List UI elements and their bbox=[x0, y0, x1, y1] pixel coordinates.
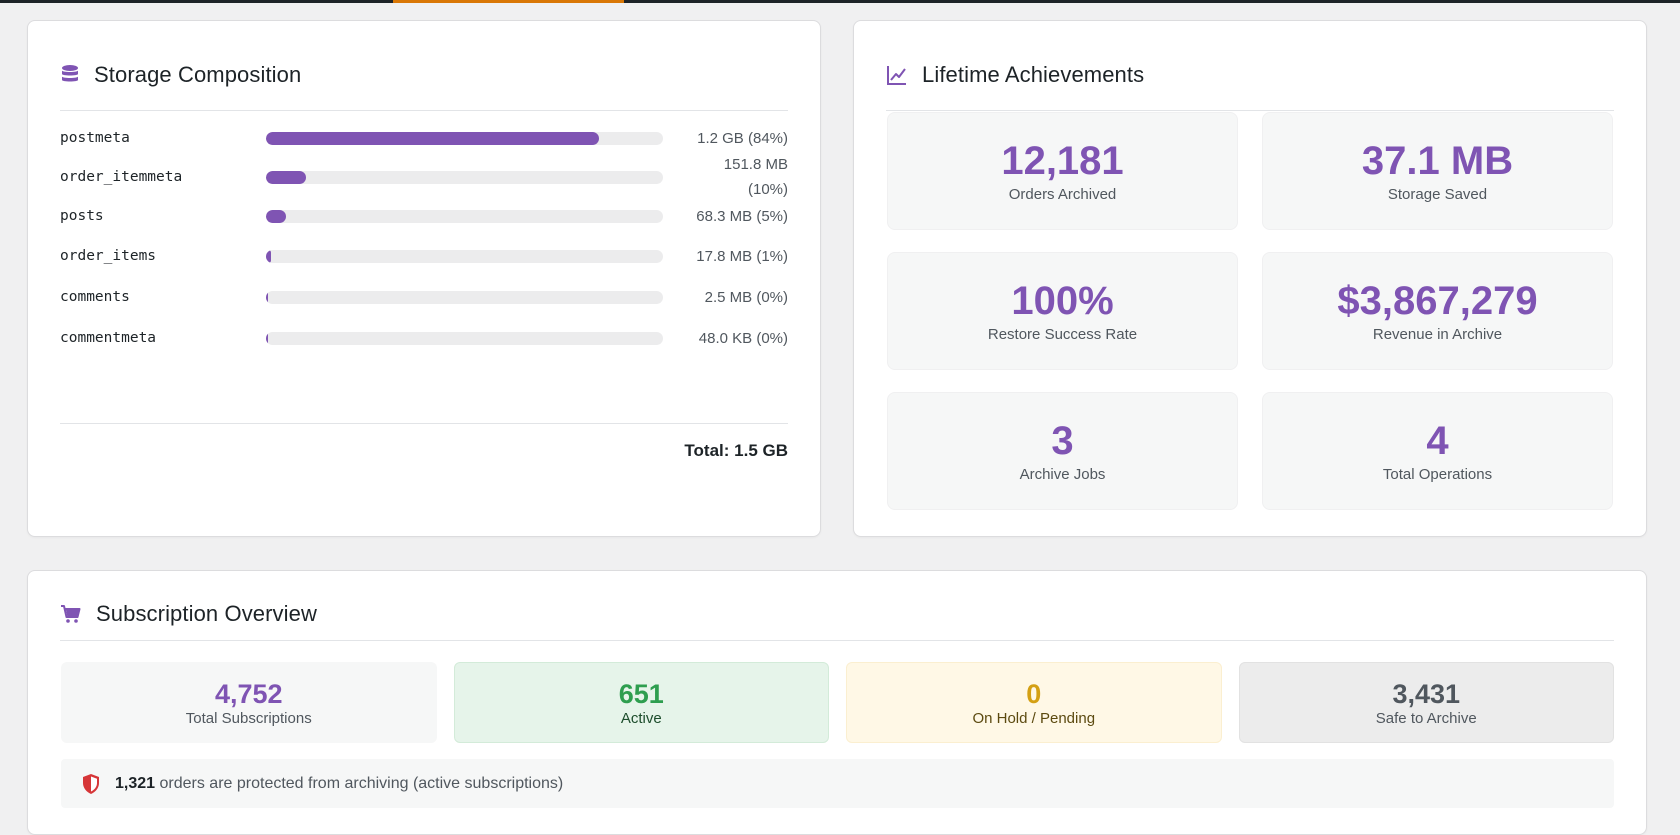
storage-composition-card: Storage Composition postmeta 1.2 GB (84%… bbox=[27, 20, 821, 537]
usage-bar-fill bbox=[266, 131, 600, 145]
storage-row-posts: posts 68.3 MB (5%) bbox=[60, 204, 788, 228]
stat-value: 100% bbox=[1011, 279, 1114, 323]
table-size: 68.3 MB (5%) bbox=[696, 207, 788, 225]
storage-row-comments: comments 2.5 MB (0%) bbox=[60, 285, 788, 309]
stat-storage-saved: 37.1 MB Storage Saved bbox=[1262, 112, 1613, 230]
table-size: 1.2 GB (84%) bbox=[697, 129, 788, 147]
achievements-card-title: Lifetime Achievements bbox=[922, 61, 1145, 87]
protected-notice-text: 1,321 orders are protected from archivin… bbox=[115, 775, 563, 793]
table-size: 17.8 MB (1%) bbox=[696, 247, 788, 265]
subscriptions-card-header: Subscription Overview bbox=[60, 571, 1614, 641]
stat-on-hold-pending: 0 On Hold / Pending bbox=[846, 662, 1222, 743]
storage-card-header: Storage Composition bbox=[60, 45, 788, 111]
stat-value: 4 bbox=[1426, 419, 1449, 463]
stat-value: 651 bbox=[618, 678, 664, 709]
chart-line-icon bbox=[886, 64, 908, 86]
usage-bar-fill bbox=[266, 331, 268, 345]
storage-row-order-items: order_items 17.8 MB (1%) bbox=[60, 244, 788, 268]
storage-row-order-itemmeta: order_itemmeta 151.8 MB (10%) bbox=[60, 152, 788, 202]
stat-label: Safe to Archive bbox=[1375, 709, 1477, 727]
usage-bar bbox=[266, 249, 663, 263]
stat-value: 12,181 bbox=[1001, 139, 1124, 183]
stat-value: 0 bbox=[1026, 678, 1042, 709]
storage-rows: postmeta 1.2 GB (84%) order_itemmeta 151… bbox=[60, 126, 788, 350]
table-name: postmeta bbox=[60, 130, 130, 146]
stat-restore-success-rate: 100% Restore Success Rate bbox=[887, 252, 1238, 370]
active-tab-indicator bbox=[393, 0, 624, 3]
stat-safe-to-archive: 3,431 Safe to Archive bbox=[1238, 662, 1614, 743]
usage-bar bbox=[266, 209, 663, 223]
table-name: posts bbox=[60, 208, 104, 224]
usage-bar bbox=[266, 131, 663, 145]
table-size-percent: (10%) bbox=[747, 181, 788, 198]
protected-count: 1,321 bbox=[115, 774, 156, 792]
stat-value: 4,752 bbox=[214, 678, 283, 709]
achievements-grid: 12,181 Orders Archived 37.1 MB Storage S… bbox=[887, 112, 1614, 510]
database-icon bbox=[60, 64, 80, 86]
storage-card-title: Storage Composition bbox=[94, 61, 302, 87]
usage-bar-fill bbox=[266, 209, 286, 223]
usage-bar bbox=[266, 170, 663, 184]
subscription-stats: 4,752 Total Subscriptions 651 Active 0 O… bbox=[61, 662, 1614, 743]
stat-label: Revenue in Archive bbox=[1372, 326, 1503, 343]
achievements-card-header: Lifetime Achievements bbox=[886, 45, 1614, 111]
protected-message: orders are protected from archiving (act… bbox=[159, 774, 564, 792]
table-size-amount: 151.8 MB bbox=[723, 156, 788, 173]
stat-total-subscriptions: 4,752 Total Subscriptions bbox=[61, 662, 437, 743]
table-size: 2.5 MB (0%) bbox=[704, 288, 788, 306]
usage-bar-fill bbox=[266, 290, 269, 304]
lifetime-achievements-card: Lifetime Achievements 12,181 Orders Arch… bbox=[853, 20, 1647, 537]
subscription-overview-card: Subscription Overview 4,752 Total Subscr… bbox=[27, 570, 1647, 835]
table-size: 48.0 KB (0%) bbox=[698, 329, 788, 347]
table-name: order_itemmeta bbox=[60, 169, 183, 185]
stat-label: On Hold / Pending bbox=[972, 709, 1096, 727]
stat-value: 37.1 MB bbox=[1361, 139, 1514, 183]
stat-label: Orders Archived bbox=[1008, 186, 1117, 203]
cart-icon bbox=[60, 603, 82, 625]
storage-total: Total: 1.5 GB bbox=[684, 441, 788, 460]
top-bar bbox=[0, 0, 1680, 3]
stat-revenue-in-archive: $3,867,279 Revenue in Archive bbox=[1262, 252, 1613, 370]
divider bbox=[60, 423, 788, 424]
storage-row-commentmeta: commentmeta 48.0 KB (0%) bbox=[60, 326, 788, 350]
usage-bar-fill bbox=[266, 170, 306, 184]
subscriptions-card-title: Subscription Overview bbox=[96, 600, 317, 626]
stat-archive-jobs: 3 Archive Jobs bbox=[887, 392, 1238, 510]
usage-bar-fill bbox=[266, 249, 271, 263]
stat-label: Restore Success Rate bbox=[987, 326, 1138, 343]
stat-total-operations: 4 Total Operations bbox=[1262, 392, 1613, 510]
stat-label: Total Operations bbox=[1382, 466, 1493, 483]
stat-active: 651 Active bbox=[453, 662, 829, 743]
stat-orders-archived: 12,181 Orders Archived bbox=[887, 112, 1238, 230]
usage-bar bbox=[266, 331, 663, 345]
stat-label: Active bbox=[620, 709, 662, 727]
stat-value: 3,431 bbox=[1392, 678, 1461, 709]
table-name: order_items bbox=[60, 248, 157, 264]
storage-row-postmeta: postmeta 1.2 GB (84%) bbox=[60, 126, 788, 150]
table-size: 151.8 MB (10%) bbox=[663, 152, 788, 202]
usage-bar bbox=[266, 290, 663, 304]
stat-label: Archive Jobs bbox=[1019, 466, 1106, 483]
table-name: comments bbox=[60, 289, 130, 305]
stat-value: 3 bbox=[1051, 419, 1074, 463]
shield-icon bbox=[81, 773, 101, 795]
protected-orders-notice: 1,321 orders are protected from archivin… bbox=[61, 759, 1614, 808]
table-name: commentmeta bbox=[60, 330, 157, 346]
stat-value: $3,867,279 bbox=[1337, 279, 1538, 323]
stat-label: Total Subscriptions bbox=[185, 709, 312, 727]
stat-label: Storage Saved bbox=[1387, 186, 1488, 203]
